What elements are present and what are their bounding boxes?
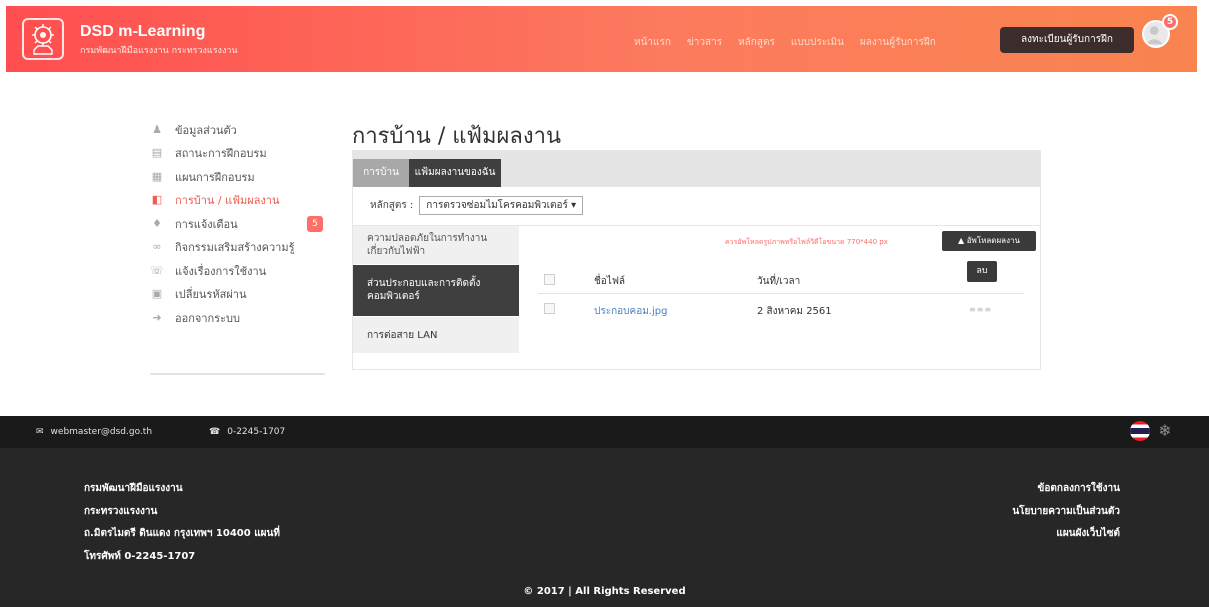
lesson-item-electrical-safety[interactable]: ความปลอดภัยในการทำงานเกี่ยวกับไฟฟ้า — [353, 226, 519, 265]
phone-icon: ☏ — [150, 263, 164, 277]
sidebar-item-label: การบ้าน / แฟ้มผลงาน — [175, 194, 280, 208]
sidebar-item-activities[interactable]: ∞ กิจกรรมเสริมสร้างความรู้ — [150, 236, 326, 260]
row-actions-icon[interactable]: ≡≡≡ — [969, 305, 992, 314]
column-header-datetime: วันที่/เวลา — [757, 276, 801, 287]
footer-links: ข้อตกลงการใช้งาน นโยบายความเป็นส่วนตัว แ… — [1012, 478, 1120, 546]
sidebar-item-label: ออกจากระบบ — [175, 311, 240, 325]
sidebar-item-change-password[interactable]: ▣ เปลี่ยนรหัสผ่าน — [150, 283, 326, 307]
sidebar: ♟ ข้อมูลส่วนตัว ▤ สถานะการฝึกอบรม ▦ แผนก… — [150, 118, 326, 330]
sidebar-item-label: แผนการฝึกอบรม — [175, 170, 255, 184]
sidebar-divider — [150, 373, 325, 375]
brand-title[interactable]: DSD m-Learning — [80, 23, 205, 41]
tab-my-portfolio[interactable]: แฟ้มผลงานของฉัน — [409, 159, 501, 187]
table-header-row: ชื่อไฟล์ วันที่/เวลา — [538, 261, 1024, 294]
footer-link-terms[interactable]: ข้อตกลงการใช้งาน — [1012, 478, 1120, 501]
uk-flag-icon[interactable]: ❄ — [1155, 421, 1175, 441]
folder-icon: ◧ — [151, 193, 163, 207]
logo-icon[interactable] — [22, 18, 64, 60]
course-filter: หลักสูตร : การตรวจซ่อมไมโครคอมพิวเตอร์ ▾ — [370, 196, 584, 215]
footer-phone-line: โทรศัพท์ 0-2245-1707 — [84, 550, 196, 562]
sidebar-item-profile[interactable]: ♟ ข้อมูลส่วนตัว — [150, 118, 326, 142]
footer-email[interactable]: ✉ webmaster@dsd.go.th — [36, 427, 152, 437]
bell-icon: ♦ — [152, 216, 162, 230]
lesson-item-computer-assembly[interactable]: ส่วนประกอบและการติดตั้งคอมพิวเตอร์ — [353, 265, 519, 317]
table-row: ประกอบคอม.jpg 2 สิงหาคม 2561 ≡≡≡ — [538, 301, 1024, 321]
notification-count-badge: 5 — [307, 216, 323, 232]
lesson-item-lan-cabling[interactable]: การต่อสาย LAN — [353, 317, 519, 354]
calendar-icon: ▦ — [151, 169, 163, 183]
sidebar-item-label: แจ้งเรื่องการใช้งาน — [175, 264, 267, 278]
phone-icon: ☎ — [209, 427, 221, 437]
sidebar-item-label: การแจ้งเตือน — [175, 217, 238, 231]
status-icon: ▤ — [151, 146, 163, 160]
footer-org-info: กรมพัฒนาฝีมือแรงงาน กระทรวงแรงงาน ถ.มิตร… — [84, 478, 280, 568]
mail-icon: ✉ — [36, 427, 44, 437]
file-link[interactable]: ประกอบคอม.jpg — [594, 304, 667, 319]
sidebar-item-homework[interactable]: ◧ การบ้าน / แฟ้มผลงาน — [150, 189, 326, 213]
sidebar-item-label: ข้อมูลส่วนตัว — [175, 123, 237, 137]
sidebar-item-label: สถานะการฝึกอบรม — [175, 147, 267, 161]
nav-courses[interactable]: หลักสูตร — [738, 35, 775, 50]
footer-email-text: webmaster@dsd.go.th — [50, 427, 153, 437]
register-button[interactable]: ลงทะเบียนผู้รับการฝึก — [1000, 27, 1134, 53]
nav-evaluation[interactable]: แบบประเมิน — [791, 35, 844, 50]
top-header: DSD m-Learning กรมพัฒนาฝีมือแรงงาน กระทร… — [6, 6, 1197, 72]
footer-copyright: © 2017 | All Rights Reserved — [523, 586, 686, 597]
sidebar-item-training-plan[interactable]: ▦ แผนการฝึกอบรม — [150, 165, 326, 189]
sidebar-item-logout[interactable]: ➜ ออกจากระบบ — [150, 306, 326, 330]
column-header-filename: ชื่อไฟล์ — [594, 276, 626, 287]
lesson-nav: ความปลอดภัยในการทำงานเกี่ยวกับไฟฟ้า ส่วน… — [353, 226, 519, 354]
nav-news[interactable]: ข่าวสาร — [687, 35, 722, 50]
course-label: หลักสูตร : — [370, 200, 414, 211]
footer-contact-bar: ✉ webmaster@dsd.go.th ☎ 0-2245-1707 — [0, 416, 1209, 448]
upload-button-label: อัพโหลดผลงาน — [966, 236, 1020, 245]
page-title: การบ้าน / แฟ้มผลงาน — [352, 124, 562, 149]
select-all-checkbox[interactable] — [544, 274, 555, 288]
sidebar-item-report-issue[interactable]: ☏ แจ้งเรื่องการใช้งาน — [150, 259, 326, 283]
activity-icon: ∞ — [152, 240, 162, 254]
course-select[interactable]: การตรวจซ่อมไมโครคอมพิวเตอร์ ▾ — [419, 196, 584, 215]
homework-panel: การบ้าน แฟ้มผลงานของฉัน หลักสูตร : การตร… — [352, 150, 1041, 370]
logout-icon: ➜ — [152, 310, 162, 324]
footer-link-privacy[interactable]: นโยบายความเป็นส่วนตัว — [1012, 501, 1120, 524]
footer-org-line: กรมพัฒนาฝีมือแรงงาน — [84, 483, 183, 494]
footer-phone[interactable]: ☎ 0-2245-1707 — [209, 427, 285, 437]
upload-hint: ควรอัพโหลดรูปภาพหรือไฟล์วีดีโอขนาด 770*4… — [725, 238, 888, 246]
thai-flag-icon[interactable] — [1130, 421, 1150, 441]
sidebar-item-label: เปลี่ยนรหัสผ่าน — [175, 288, 247, 302]
footer-link-sitemap[interactable]: แผนผังเว็บไซต์ — [1012, 523, 1120, 546]
user-icon: ♟ — [152, 122, 162, 136]
tab-homework[interactable]: การบ้าน — [353, 159, 409, 187]
upload-button[interactable]: ▲ อัพโหลดผลงาน — [942, 231, 1036, 251]
sidebar-item-training-status[interactable]: ▤ สถานะการฝึกอบรม — [150, 142, 326, 166]
tabs-bar: การบ้าน แฟ้มผลงานของฉัน — [353, 151, 1040, 187]
footer-phone-text: 0-2245-1707 — [227, 427, 286, 437]
sidebar-item-notifications[interactable]: ♦ การแจ้งเตือน 5 — [150, 212, 326, 236]
delete-button[interactable]: ลบ — [967, 261, 997, 282]
row-date: 2 สิงหาคม 2561 — [757, 306, 832, 317]
row-checkbox[interactable] — [544, 303, 555, 317]
notification-badge[interactable]: 5 — [1162, 14, 1178, 30]
lock-icon: ▣ — [151, 287, 163, 301]
footer-org-line: กระทรวงแรงงาน — [84, 505, 158, 517]
upload-icon: ▲ — [958, 236, 965, 245]
footer: กรมพัฒนาฝีมือแรงงาน กระทรวงแรงงาน ถ.มิตร… — [0, 448, 1209, 607]
brand-subtitle: กรมพัฒนาฝีมือแรงงาน กระทรวงแรงงาน — [80, 46, 238, 56]
nav-home[interactable]: หน้าแรก — [634, 35, 671, 50]
footer-address[interactable]: ถ.มิตรไมตรี ดินแดง กรุงเทพฯ 10400 แผนที่ — [84, 523, 280, 546]
nav-trainee-works[interactable]: ผลงานผู้รับการฝึก — [860, 35, 936, 50]
top-nav: หน้าแรก ข่าวสาร หลักสูตร แบบประเมิน ผลงา… — [634, 35, 936, 50]
sidebar-item-label: กิจกรรมเสริมสร้างความรู้ — [175, 241, 295, 255]
